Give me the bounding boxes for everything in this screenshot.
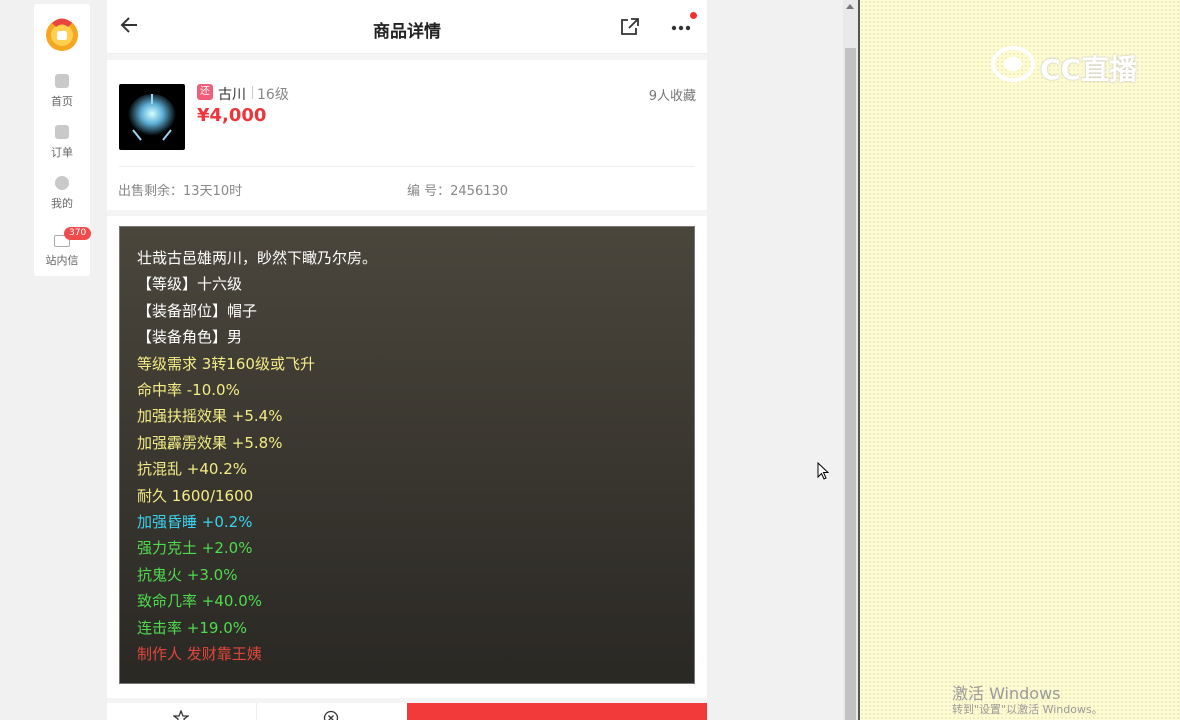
sidebar-item-mine[interactable]: 我的 [34, 176, 90, 211]
favorite-count: 9人收藏 [648, 89, 696, 104]
sidebar-item-label: 我的 [51, 197, 73, 210]
buy-button[interactable] [407, 703, 707, 720]
item-description-box: 壮哉古邑雄两川，眇然下瞰乃尔房。 【等级】十六级 【装备部位】帽子 【装备角色】… [119, 226, 695, 684]
product-thumbnail[interactable] [119, 84, 185, 150]
description-line: 制作人 发财靠王姨 [137, 645, 262, 664]
product-price: ¥4,000 [197, 105, 267, 126]
sidebar-item-messages[interactable]: 370 站内信 [34, 227, 92, 268]
mouse-cursor-icon [817, 462, 829, 480]
more-icon[interactable] [669, 18, 693, 38]
left-rail: 首页 订单 我的 370 站内信 [34, 4, 92, 276]
page-title: 商品详情 [373, 22, 441, 42]
item-code: 编 号：2456130 [407, 184, 509, 199]
bottom-action-bar [107, 703, 707, 720]
product-detail-page: 商品详情 还 古川 16级 ¥4,000 9人收藏 出售剩余：13天10时 编 … [107, 0, 707, 720]
description-line: 等级需求 3转160级或飞升 [137, 354, 315, 373]
divider [252, 86, 253, 99]
star-icon [173, 710, 189, 720]
share-icon[interactable] [619, 16, 641, 38]
sidebar-item-label: 首页 [51, 95, 73, 108]
home-icon [55, 74, 69, 88]
description-line: 壮哉古邑雄两川，眇然下瞰乃尔房。 [137, 249, 378, 267]
description-line: 加强扶摇效果 +5.4% [137, 407, 283, 426]
description-line: 【装备角色】男 [137, 328, 243, 347]
server-name: 古川 [218, 87, 246, 103]
sidebar-item-label: 订单 [51, 146, 73, 159]
activate-windows-hint: 转到"设置"以激活 Windows。 [952, 703, 1103, 716]
divider [119, 166, 695, 167]
description-line: 致命几率 +40.0% [137, 592, 262, 611]
top-bar: 商品详情 [107, 0, 707, 54]
description-line: 耐久 1600/1600 [137, 486, 254, 505]
close-circle-icon [323, 710, 339, 720]
description-line: 强力克土 +2.0% [137, 539, 253, 558]
item-level: 16级 [257, 87, 289, 103]
order-icon [55, 125, 69, 139]
cancel-button[interactable] [257, 703, 407, 720]
scrollbar-thumb[interactable] [845, 48, 856, 720]
favorite-button[interactable] [107, 703, 257, 720]
description-line: 【等级】十六级 [137, 275, 243, 294]
sidebar-item-label: 站内信 [45, 254, 79, 267]
vertical-scrollbar[interactable] [843, 0, 858, 720]
message-count-badge: 370 [64, 227, 92, 240]
user-icon [55, 176, 69, 190]
description-line: 命中率 -10.0% [137, 381, 240, 400]
sidebar-item-orders[interactable]: 订单 [34, 125, 90, 160]
description-line: 【装备部位】帽子 [137, 301, 258, 320]
product-card: 还 古川 16级 ¥4,000 9人收藏 出售剩余：13天10时 编 号：245… [107, 60, 707, 210]
scroll-up-icon[interactable] [846, 4, 854, 9]
cc-watermark: CC直播 [1040, 53, 1138, 86]
helmet-icon [128, 94, 176, 141]
description-line: 加强昏睡 +0.2% [137, 513, 253, 532]
notification-dot [690, 12, 697, 19]
description-line: 抗鬼火 +3.0% [137, 565, 238, 584]
description-section: 壮哉古邑雄两川，眇然下瞰乃尔房。 【等级】十六级 【装备部位】帽子 【装备角色】… [107, 216, 707, 698]
server-tag: 还 [197, 84, 213, 100]
description-line: 连击率 +19.0% [137, 618, 247, 637]
stream-overlay-pane: CC直播 激活 Windows 转到"设置"以激活 Windows。 [858, 0, 1180, 720]
app-logo-icon[interactable] [43, 14, 81, 52]
description-line: 抗混乱 +40.2% [137, 460, 247, 479]
sale-remaining: 出售剩余：13天10时 [118, 184, 243, 199]
sidebar-item-home[interactable]: 首页 [34, 74, 90, 109]
description-line: 加强霹雳效果 +5.8% [137, 433, 283, 452]
